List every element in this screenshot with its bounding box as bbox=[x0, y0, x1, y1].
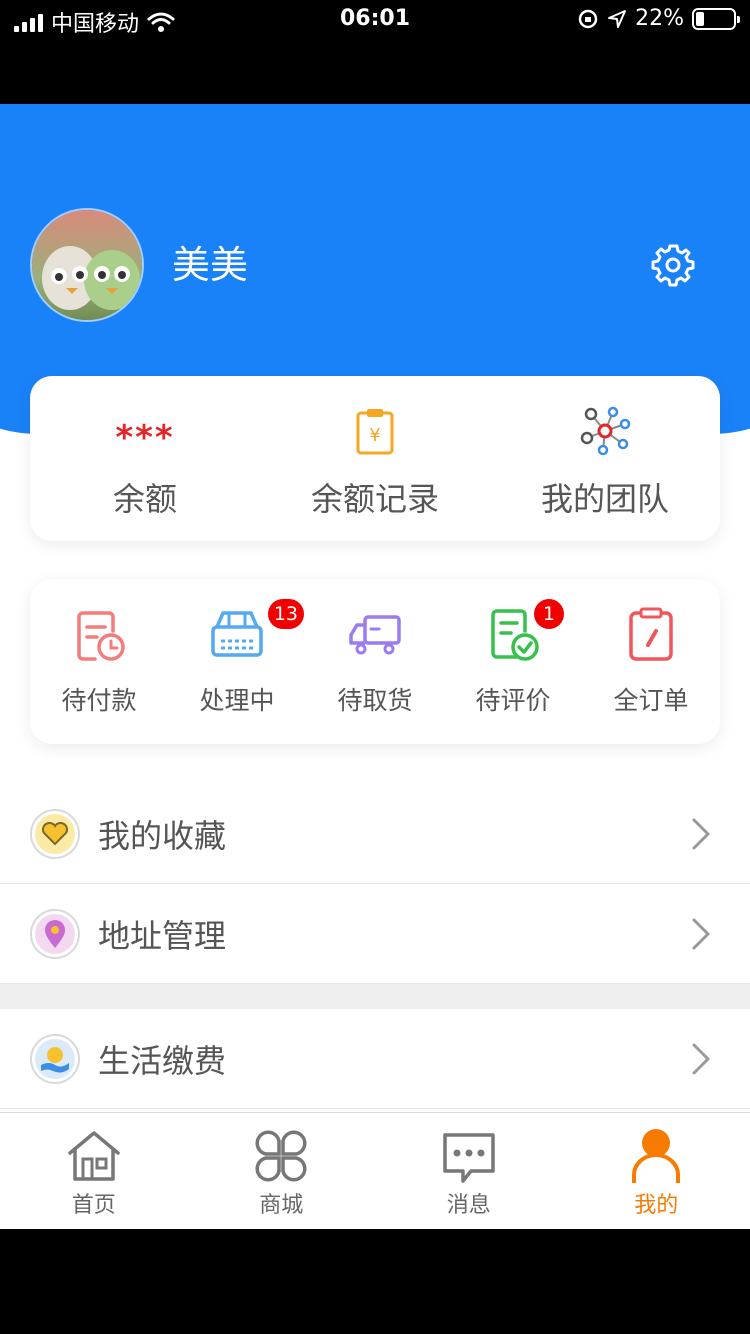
order-awaiting-review[interactable]: 待评价 1 bbox=[444, 579, 582, 744]
heart-icon bbox=[30, 808, 80, 859]
order-awaiting-pickup[interactable]: 待取货 bbox=[306, 579, 444, 744]
menu-item-address-label: 地址管理 bbox=[98, 916, 227, 955]
avatar[interactable] bbox=[30, 208, 144, 322]
utility-payment-icon bbox=[30, 1033, 80, 1084]
location-pin-icon bbox=[30, 908, 80, 959]
message-bubble-icon bbox=[443, 1133, 495, 1183]
delivery-truck-icon bbox=[349, 615, 401, 655]
rotation-lock-icon bbox=[578, 9, 598, 28]
order-processing-label: 处理中 bbox=[199, 686, 275, 715]
menu-item-utility-payment[interactable]: 生活缴费 bbox=[0, 1009, 750, 1109]
tab-mine[interactable]: 我的 bbox=[563, 1113, 750, 1229]
bottom-tab-bar: 首页 商城 消息 我的 bbox=[0, 1112, 750, 1229]
menu-item-favorites-label: 我的收藏 bbox=[98, 816, 227, 855]
balance-button[interactable]: *** 余额 bbox=[30, 376, 260, 541]
profile-page: 美美 *** 余额 ¥ 余额记录 我的团队 待付款 处理中 13 待取货 待评价… bbox=[0, 104, 750, 1229]
balance-record-label: 余额记录 bbox=[310, 480, 439, 518]
menu-item-address[interactable]: 地址管理 bbox=[0, 884, 750, 984]
user-profile-icon bbox=[632, 1129, 681, 1183]
tab-mall[interactable]: 商城 bbox=[188, 1113, 376, 1229]
section-divider bbox=[0, 984, 750, 1009]
bill-clock-icon bbox=[77, 611, 125, 661]
order-awaiting-pickup-label: 待取货 bbox=[337, 686, 413, 715]
my-team-label: 我的团队 bbox=[540, 480, 669, 518]
svg-text:¥: ¥ bbox=[369, 425, 380, 446]
processing-count-badge: 13 bbox=[267, 599, 304, 629]
balance-value: *** bbox=[115, 418, 175, 458]
home-icon bbox=[68, 1131, 120, 1181]
tab-mine-label: 我的 bbox=[634, 1193, 679, 1218]
menu-list: 我的收藏 地址管理 生活缴费 bbox=[0, 784, 750, 1109]
team-network-icon bbox=[580, 406, 631, 456]
clipboard-yuan-icon: ¥ bbox=[356, 409, 394, 455]
status-bar: 中国移动 06:01 22% bbox=[0, 0, 750, 40]
balance-record-button[interactable]: ¥ 余额记录 bbox=[260, 376, 490, 541]
battery-icon bbox=[692, 7, 740, 30]
tab-mall-label: 商城 bbox=[259, 1193, 304, 1218]
four-leaf-clover-icon bbox=[255, 1130, 307, 1182]
tab-home-label: 首页 bbox=[71, 1193, 116, 1218]
order-pending-payment-label: 待付款 bbox=[61, 686, 137, 715]
chevron-right-icon bbox=[692, 818, 710, 849]
menu-item-utility-payment-label: 生活缴费 bbox=[98, 1041, 227, 1080]
order-all[interactable]: 全订单 bbox=[582, 579, 720, 744]
location-arrow-icon bbox=[608, 9, 627, 28]
order-processing[interactable]: 处理中 13 bbox=[168, 579, 306, 744]
tab-messages[interactable]: 消息 bbox=[375, 1113, 563, 1229]
chevron-right-icon bbox=[692, 1043, 710, 1074]
all-orders-clipboard-icon bbox=[629, 607, 673, 661]
tab-messages-label: 消息 bbox=[446, 1193, 491, 1218]
battery-percent: 22% bbox=[635, 6, 684, 31]
order-all-label: 全订单 bbox=[613, 686, 689, 715]
tab-home[interactable]: 首页 bbox=[0, 1113, 188, 1229]
chevron-right-icon bbox=[692, 918, 710, 949]
balance-label: 余额 bbox=[112, 480, 177, 518]
username: 美美 bbox=[172, 243, 249, 287]
package-box-icon bbox=[211, 611, 263, 657]
my-team-button[interactable]: 我的团队 bbox=[490, 376, 720, 541]
order-pending-payment[interactable]: 待付款 bbox=[30, 579, 168, 744]
menu-item-favorites[interactable]: 我的收藏 bbox=[0, 784, 750, 884]
settings-gear-icon[interactable] bbox=[648, 240, 698, 290]
balance-card: *** 余额 ¥ 余额记录 我的团队 bbox=[30, 376, 720, 541]
review-count-badge: 1 bbox=[534, 599, 564, 629]
order-awaiting-review-label: 待评价 bbox=[475, 686, 551, 715]
orders-card: 待付款 处理中 13 待取货 待评价 1 全订单 bbox=[30, 579, 720, 744]
